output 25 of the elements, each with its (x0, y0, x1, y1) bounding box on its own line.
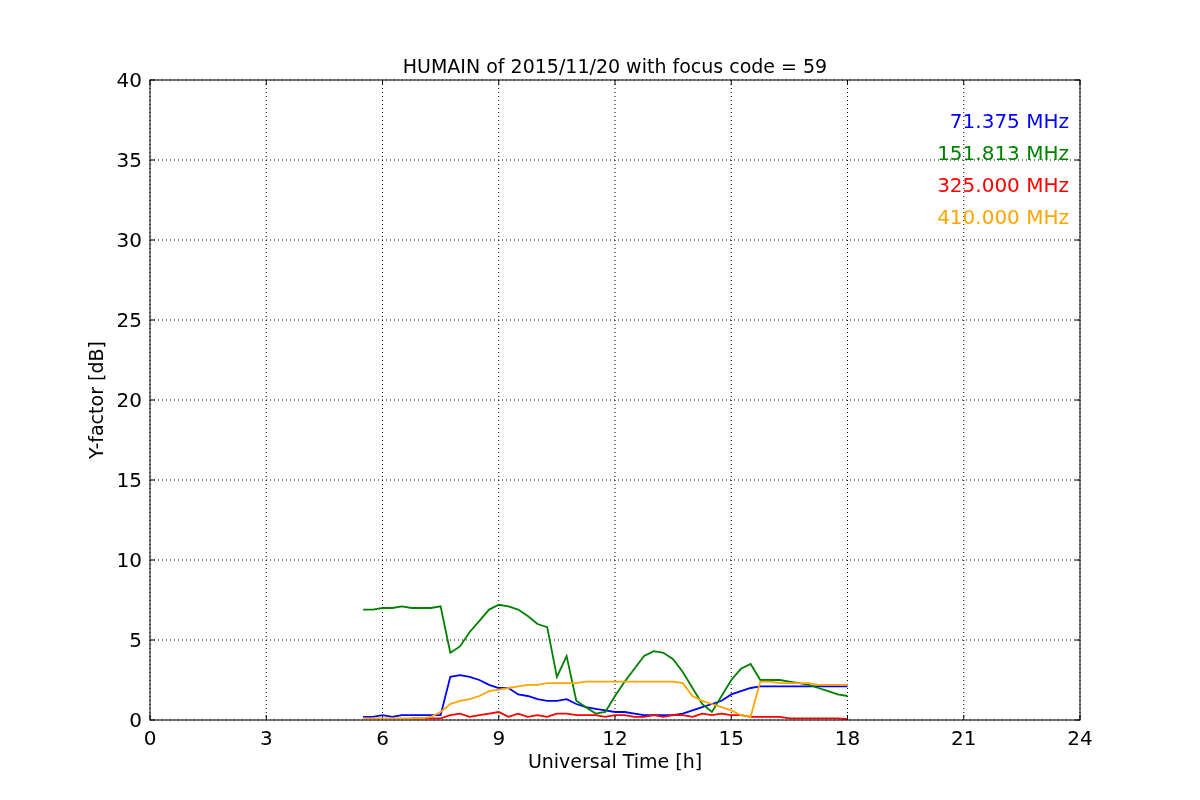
x-tick-label: 0 (143, 726, 157, 750)
y-tick-label: 10 (116, 548, 142, 572)
y-tick-label: 40 (116, 68, 142, 92)
y-tick-label: 5 (129, 628, 142, 652)
chart-title: HUMAIN of 2015/11/20 with focus code = 59 (402, 55, 828, 77)
legend-label: 151.813 MHz (937, 141, 1069, 165)
x-tick-label: 15 (718, 726, 744, 750)
legend-label: 71.375 MHz (949, 109, 1069, 133)
y-tick-label: 20 (116, 388, 142, 412)
y-tick-label: 25 (116, 308, 142, 332)
x-tick-label: 21 (951, 726, 977, 750)
legend-label: 325.000 MHz (937, 173, 1069, 197)
y-axis-label: Y-factor [dB] (85, 341, 107, 459)
y-tick-label: 30 (116, 228, 142, 252)
x-tick-label: 9 (492, 726, 506, 750)
x-tick-label: 6 (376, 726, 389, 750)
x-tick-label: 18 (834, 726, 861, 750)
x-tick-label: 24 (1067, 726, 1093, 750)
x-axis-label: Universal Time [h] (527, 750, 703, 772)
x-tick-label: 3 (259, 726, 273, 750)
y-tick-label: 15 (116, 468, 142, 492)
x-tick-label: 12 (602, 726, 628, 750)
y-tick-label: 0 (129, 708, 142, 732)
legend-label: 410.000 MHz (937, 205, 1069, 229)
y-tick-label: 35 (116, 148, 142, 172)
